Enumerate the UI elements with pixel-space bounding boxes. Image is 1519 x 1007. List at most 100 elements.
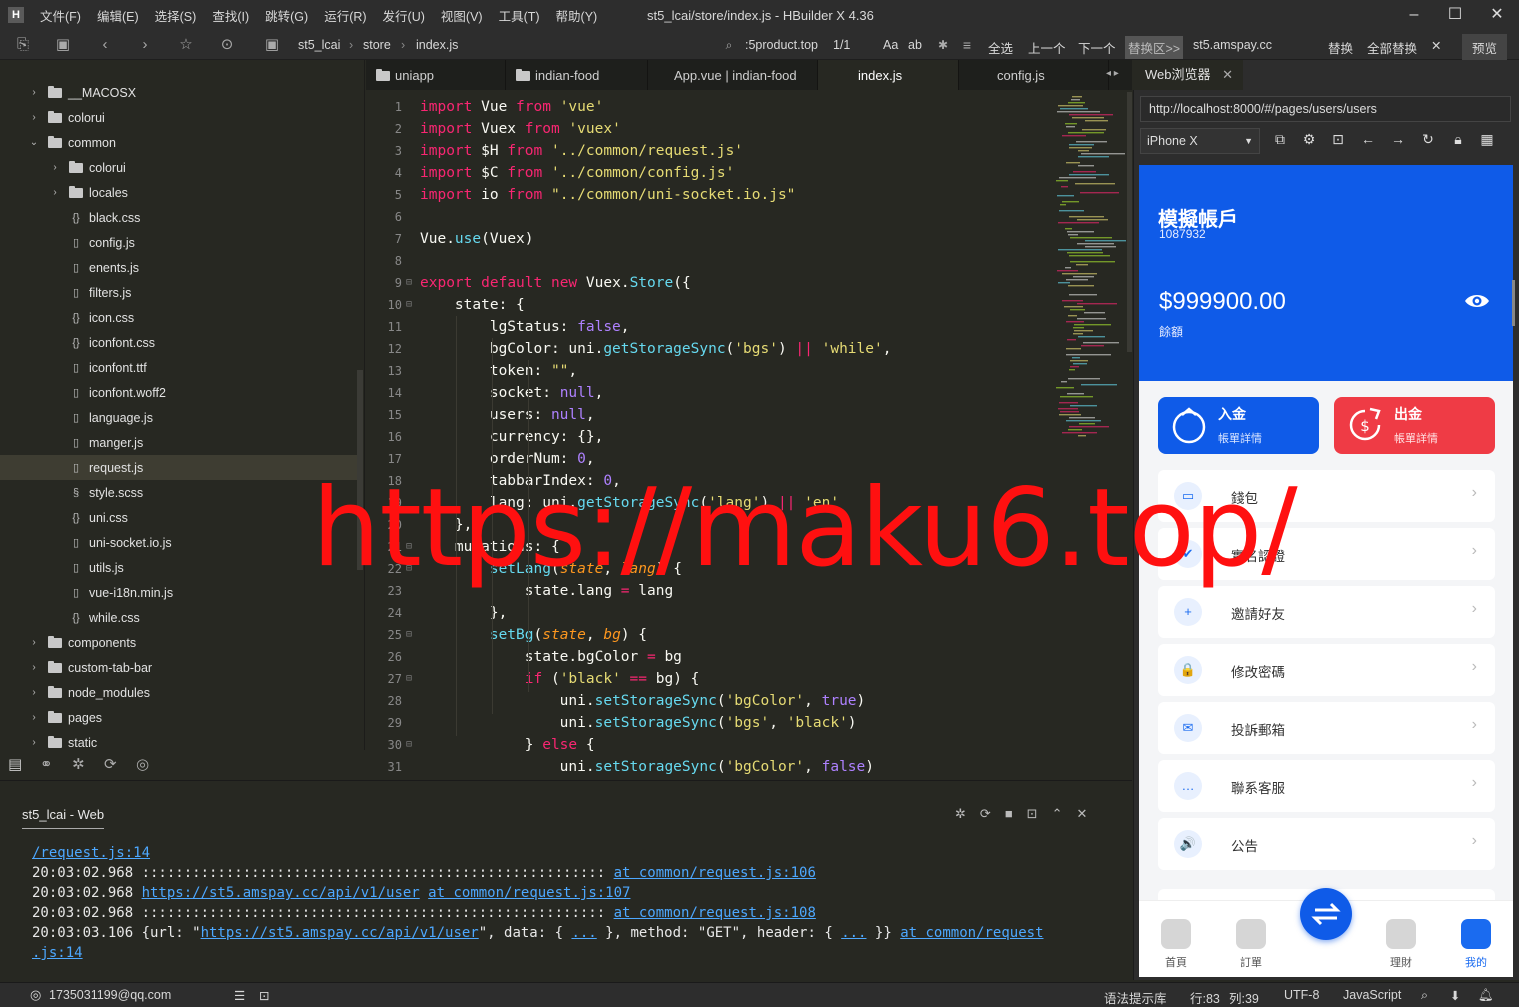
url-input[interactable]: http://localhost:8000/#/pages/users/user… (1140, 96, 1511, 122)
tree-item-6[interactable]: ▯ config.js (0, 230, 357, 255)
tree-item-16[interactable]: § style.scss (0, 480, 357, 505)
breadcrumb-folder[interactable]: store (363, 38, 391, 52)
tab-editor-4[interactable]: config.js (959, 60, 1109, 90)
next-match-button[interactable]: 下一个 (1078, 38, 1116, 57)
tree-item-7[interactable]: ▯ enents.js (0, 255, 357, 280)
user-account[interactable]: 1735031199@qq.com (49, 988, 171, 1002)
forward-icon[interactable]: › (136, 36, 154, 54)
tree-item-23[interactable]: › custom-tab-bar (0, 655, 357, 680)
plugin-icon[interactable]: ⚭ (40, 755, 53, 773)
tree-item-17[interactable]: {} uni.css (0, 505, 357, 530)
breadcrumb-file[interactable]: index.js (416, 38, 458, 52)
download-icon[interactable]: ⬇ (1450, 988, 1460, 1003)
console-link[interactable]: at common/request (900, 925, 1043, 941)
tab-finance[interactable]: 理財 (1381, 919, 1421, 970)
deposit-button[interactable]: 入金 帳單詳情 (1158, 397, 1319, 454)
eye-icon[interactable] (1464, 292, 1490, 310)
tree-item-4[interactable]: › locales (0, 180, 357, 205)
menu-item-4[interactable]: 跳转(G) (257, 6, 316, 25)
tab-web-browser[interactable]: Web浏览器 ✕ (1133, 60, 1243, 90)
replace-input[interactable]: st5.amspay.cc (1193, 38, 1272, 52)
replace-area-toggle[interactable]: 替换区>> (1125, 36, 1184, 59)
clear-icon[interactable]: ⊡ (1027, 806, 1038, 822)
console-title[interactable]: st5_lcai - Web (22, 807, 105, 829)
code-minimap[interactable] (1048, 92, 1132, 442)
console-link[interactable]: https://st5.amspay.cc/api/v1/user (201, 925, 479, 941)
tree-item-22[interactable]: › components (0, 630, 357, 655)
preview-button[interactable]: 预览 (1462, 34, 1508, 61)
menu-row-chat[interactable]: … 聯系客服 › (1158, 760, 1495, 812)
tab-editor-2[interactable]: App.vue | indian-food (648, 60, 818, 90)
fold-toggle-icon[interactable]: ⊟ (406, 272, 412, 294)
device-select[interactable]: iPhone X ▼ (1140, 128, 1260, 154)
menu-row-invite-user[interactable]: + 邀請好友 › (1158, 586, 1495, 638)
explorer-icon[interactable]: ▤ (8, 755, 22, 773)
menu-item-5[interactable]: 运行(R) (316, 6, 374, 25)
withdraw-button[interactable]: $ 出金 帳單詳情 (1334, 397, 1495, 454)
settings-icon[interactable]: ⚙ (1299, 131, 1319, 151)
tree-item-10[interactable]: {} iconfont.css (0, 330, 357, 355)
tree-item-24[interactable]: › node_modules (0, 680, 357, 705)
menu-item-7[interactable]: 视图(V) (433, 6, 491, 25)
whole-word-toggle[interactable]: ab (908, 38, 922, 52)
console-link[interactable]: ... (571, 925, 596, 941)
close-console-icon[interactable]: ✕ (1076, 806, 1087, 822)
regex-icon[interactable]: ✱ (934, 36, 952, 54)
language-mode[interactable]: JavaScript (1343, 988, 1401, 1002)
menu-row-mail[interactable]: ✉ 投訴郵箱 › (1158, 702, 1495, 754)
globe-icon[interactable]: ◎ (136, 755, 149, 773)
tree-item-9[interactable]: {} icon.css (0, 305, 357, 330)
menu-item-1[interactable]: 编辑(E) (89, 6, 147, 25)
menu-item-6[interactable]: 发行(U) (375, 6, 433, 25)
menu-row-speaker[interactable]: 🔊 公告 › (1158, 818, 1495, 870)
tree-item-21[interactable]: {} while.css (0, 605, 357, 630)
breadcrumb-project[interactable]: st5_lcai (298, 38, 340, 52)
refresh-icon[interactable]: ↻ (1418, 131, 1438, 151)
exchange-center-button[interactable] (1300, 888, 1352, 940)
tree-item-8[interactable]: ▯ filters.js (0, 280, 357, 305)
fold-toggle-icon[interactable]: ⊟ (406, 294, 412, 316)
tree-item-13[interactable]: ▯ language.js (0, 405, 357, 430)
tree-item-3[interactable]: › colorui (0, 155, 357, 180)
debug-icon[interactable]: ✲ (72, 755, 85, 773)
console-link[interactable]: .js:14 (32, 945, 83, 961)
back-arrow-icon[interactable]: ← (1358, 131, 1378, 151)
console-link[interactable]: https://st5.amspay.cc/api/v1/user (142, 885, 420, 901)
minimize-button[interactable]: – (1394, 4, 1434, 26)
list-view-icon[interactable]: ☰ (234, 988, 245, 1003)
encoding[interactable]: UTF-8 (1284, 988, 1319, 1002)
back-icon[interactable]: ‹ (96, 36, 114, 54)
previous-match-button[interactable]: 上一个 (1028, 38, 1066, 57)
fold-toggle-icon[interactable]: ⊟ (406, 668, 412, 690)
replace-button[interactable]: 替换 (1328, 38, 1353, 57)
tree-item-12[interactable]: ▯ iconfont.woff2 (0, 380, 357, 405)
tab-editor-1[interactable]: indian-food (506, 60, 648, 90)
menu-item-2[interactable]: 选择(S) (147, 6, 205, 25)
new-file-icon[interactable]: ⎘ (14, 36, 32, 54)
editor-scrollbar[interactable] (1127, 92, 1132, 352)
git-icon[interactable]: ⟳ (104, 755, 117, 773)
tree-item-20[interactable]: ▯ vue-i18n.min.js (0, 580, 357, 605)
screenshot-icon[interactable]: ⧉ (1270, 131, 1290, 151)
star-icon[interactable]: ☆ (177, 36, 195, 54)
tree-item-2[interactable]: ⌄ common (0, 130, 357, 155)
console-link[interactable]: at common/request.js:107 (428, 885, 630, 901)
forward-arrow-icon[interactable]: → (1388, 131, 1408, 151)
search-input[interactable]: :5product.top (745, 38, 818, 52)
menu-item-8[interactable]: 工具(T) (491, 6, 548, 25)
collapse-up-icon[interactable]: ⌃ (1052, 806, 1063, 822)
stop-icon[interactable]: ■ (1005, 806, 1013, 822)
tree-item-1[interactable]: › colorui (0, 105, 357, 130)
tree-item-15[interactable]: ▯ request.js (0, 455, 357, 480)
phone-scrollbar[interactable] (1512, 280, 1515, 326)
replace-all-button[interactable]: 全部替换 (1367, 38, 1417, 57)
tab-editor-0[interactable]: uniapp (366, 60, 506, 90)
tree-item-18[interactable]: ▯ uni-socket.io.js (0, 530, 357, 555)
menu-item-3[interactable]: 查找(I) (204, 6, 257, 25)
save-icon[interactable]: ▣ (54, 36, 72, 54)
tree-item-5[interactable]: {} black.css (0, 205, 357, 230)
maximize-button[interactable]: ☐ (1435, 4, 1475, 26)
console-link[interactable]: at common/request.js:106 (614, 865, 816, 881)
fold-toggle-icon[interactable]: ⊟ (406, 624, 412, 646)
list-icon[interactable]: ≡ (958, 36, 976, 54)
